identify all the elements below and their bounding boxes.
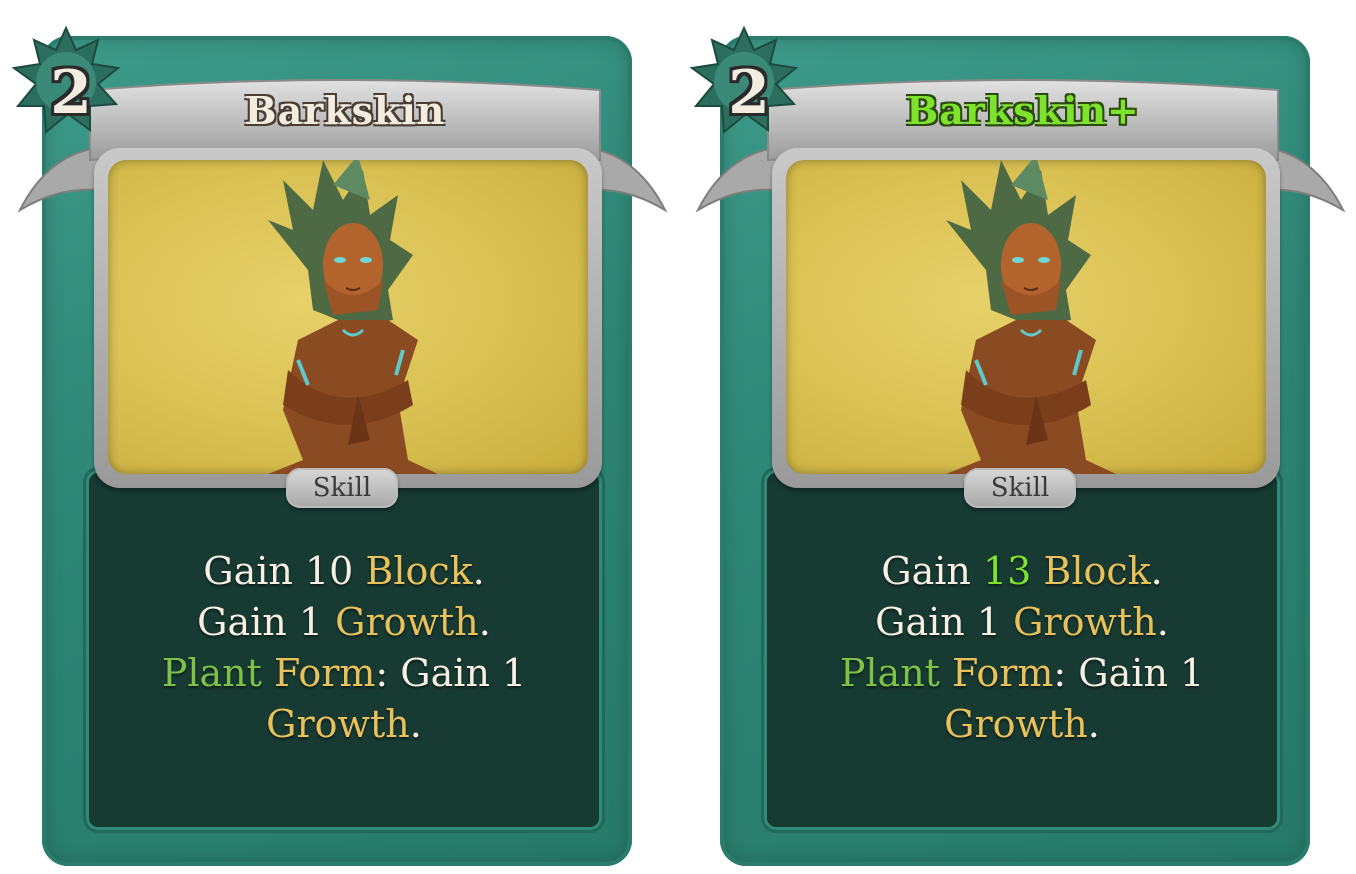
text: . — [1087, 702, 1100, 746]
card-type-plate: Skill — [286, 468, 398, 508]
description-line: Gain 13 Block. — [788, 546, 1256, 597]
text — [1031, 549, 1043, 593]
card-art — [786, 160, 1266, 474]
art-frame — [94, 148, 602, 488]
description-line: Plant Form: Gain 1 — [110, 648, 578, 699]
text: : Gain 1 — [1053, 651, 1205, 695]
dryad-portrait — [946, 160, 1116, 474]
keyword-block: Block — [1043, 549, 1151, 593]
energy-cost-badge: 2 — [6, 20, 126, 140]
keyword-form: Form — [274, 651, 376, 695]
card-art — [108, 160, 588, 474]
description-line: Growth. — [788, 699, 1256, 750]
description-line: Gain 1 Growth. — [110, 597, 578, 648]
card-description: Gain 10 Block. Gain 1 Growth. Plant Form… — [110, 546, 578, 750]
text: : Gain 1 — [375, 651, 527, 695]
text: Gain 1 — [197, 600, 336, 644]
energy-cost-badge: 2 — [684, 20, 804, 140]
description-line: Gain 1 Growth. — [788, 597, 1256, 648]
keyword-growth: Growth — [1013, 600, 1157, 644]
text: . — [1156, 600, 1169, 644]
art-frame — [772, 148, 1280, 488]
keyword-block: Block — [365, 549, 473, 593]
keyword-plant: Plant — [839, 651, 940, 695]
energy-cost: 2 — [50, 58, 92, 128]
text — [262, 651, 274, 695]
description-line: Gain 10 Block. — [110, 546, 578, 597]
text: . — [478, 600, 491, 644]
upgraded-value: 13 — [982, 549, 1032, 593]
card-description: Gain 13 Block. Gain 1 Growth. Plant Form… — [788, 546, 1256, 750]
card-title: Barkskin — [244, 88, 446, 133]
keyword-plant: Plant — [161, 651, 262, 695]
text — [940, 651, 952, 695]
text: Gain 10 — [203, 549, 366, 593]
card-barkskin[interactable]: 2 Barkskin Skill Gain 10 Block. Gain 1 G… — [0, 0, 680, 874]
card-type: Skill — [312, 473, 372, 503]
text: . — [1150, 549, 1163, 593]
card-type-plate: Skill — [964, 468, 1076, 508]
card-title: Barkskin+ — [906, 88, 1140, 133]
text: . — [472, 549, 485, 593]
keyword-growth: Growth — [335, 600, 479, 644]
text: Gain — [881, 549, 983, 593]
card-barkskin-upgraded[interactable]: 2 Barkskin+ Skill Gain 13 Block. Gain 1 … — [678, 0, 1356, 874]
energy-cost: 2 — [728, 58, 770, 128]
card-type: Skill — [990, 473, 1050, 503]
text: . — [409, 702, 422, 746]
description-line: Plant Form: Gain 1 — [788, 648, 1256, 699]
text: Gain 1 — [875, 600, 1014, 644]
keyword-growth: Growth — [944, 702, 1088, 746]
dryad-portrait — [268, 160, 438, 474]
keyword-growth: Growth — [266, 702, 410, 746]
keyword-form: Form — [952, 651, 1054, 695]
description-line: Growth. — [110, 699, 578, 750]
